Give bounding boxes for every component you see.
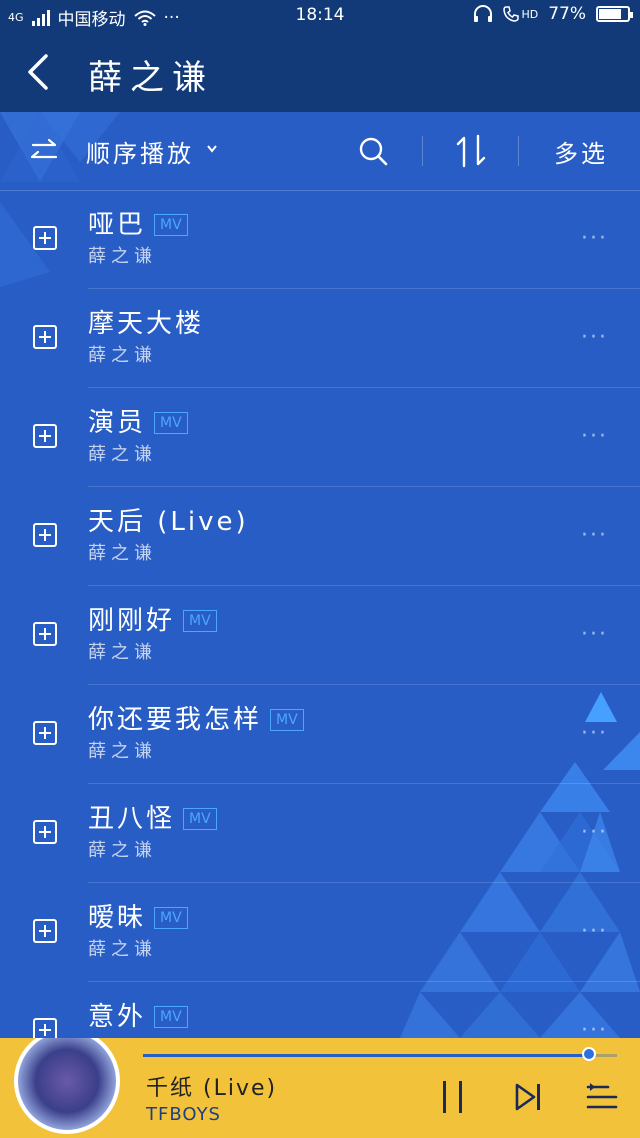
add-icon[interactable] — [33, 919, 57, 943]
mv-badge[interactable]: MV — [154, 214, 188, 236]
add-icon[interactable] — [33, 424, 57, 448]
song-artist: 薛之谦 — [88, 642, 157, 663]
more-icon[interactable]: ··· — [581, 226, 608, 251]
song-title-wrap: 演员 MV — [88, 402, 188, 439]
mv-badge[interactable]: MV — [270, 709, 304, 731]
song-artist: 薛之谦 — [88, 840, 157, 861]
call-icon — [503, 6, 520, 22]
song-title-wrap: 哑巴 MV — [88, 204, 188, 241]
play-mode-label[interactable]: 顺序播放 — [86, 134, 194, 169]
add-icon[interactable] — [33, 721, 57, 745]
song-title-wrap: 刚刚好 MV — [88, 600, 217, 637]
song-artist: 薛之谦 — [88, 741, 157, 762]
hd-label: HD — [521, 7, 539, 21]
mv-badge[interactable]: MV — [183, 808, 217, 830]
more-icon[interactable]: ··· — [581, 919, 608, 944]
multi-select-button[interactable]: 多选 — [554, 134, 608, 169]
mv-badge[interactable]: MV — [154, 907, 188, 929]
song-title-wrap: 意外 MV — [88, 996, 188, 1033]
song-title: 暧昧 — [88, 903, 147, 933]
song-row[interactable]: 刚刚好 MV 薛之谦 ··· — [0, 586, 640, 685]
mv-badge[interactable]: MV — [183, 610, 217, 632]
battery-icon — [596, 6, 633, 22]
next-icon[interactable] — [514, 1082, 542, 1112]
mini-player[interactable]: 千纸 (Live) TFBOYS — [0, 1038, 640, 1138]
song-artist: 薛之谦 — [88, 543, 157, 564]
search-icon[interactable] — [358, 136, 388, 166]
progress-fill — [143, 1054, 589, 1057]
status-right: HD 77% — [473, 4, 633, 24]
add-icon[interactable] — [33, 523, 57, 547]
album-cover[interactable] — [14, 1038, 120, 1134]
mv-badge[interactable]: MV — [154, 1006, 188, 1028]
song-artist: 薛之谦 — [88, 444, 157, 465]
song-title-wrap: 丑八怪 MV — [88, 798, 217, 835]
back-icon[interactable] — [22, 54, 52, 90]
song-row[interactable]: 天后 (Live) 薛之谦 ··· — [0, 487, 640, 586]
song-row[interactable]: 暧昧 MV 薛之谦 ··· — [0, 883, 640, 982]
call-indicator: HD — [503, 6, 538, 22]
song-title: 意外 — [88, 1002, 147, 1032]
song-row[interactable]: 摩天大楼薛之谦 ··· — [0, 289, 640, 388]
more-icon[interactable]: ··· — [581, 523, 608, 548]
toolbar-divider — [518, 136, 519, 166]
song-title-wrap: 暧昧 MV — [88, 897, 188, 934]
add-icon[interactable] — [33, 622, 57, 646]
song-title: 丑八怪 — [88, 804, 176, 834]
more-icon[interactable]: ··· — [581, 622, 608, 647]
song-row[interactable]: 演员 MV 薛之谦 ··· — [0, 388, 640, 487]
song-row[interactable]: 丑八怪 MV 薛之谦 ··· — [0, 784, 640, 883]
more-icon[interactable]: ··· — [581, 1018, 608, 1038]
mv-badge[interactable]: MV — [154, 412, 188, 434]
now-playing-artist: TFBOYS — [146, 1104, 221, 1125]
more-icon[interactable]: ··· — [581, 721, 608, 746]
song-artist: 薛之谦 — [88, 939, 157, 960]
song-row[interactable]: 哑巴 MV 薛之谦 ··· — [0, 190, 640, 289]
pause-icon[interactable] — [440, 1080, 466, 1114]
song-title: 哑巴 — [88, 210, 147, 240]
chevron-down-icon[interactable] — [206, 144, 218, 154]
list-toolbar: 顺序播放 多选 — [0, 112, 640, 191]
song-title: 摩天大楼 — [88, 309, 205, 339]
now-playing-title: 千纸 (Live) — [146, 1076, 278, 1101]
song-row[interactable]: 意外MV薛之谦··· — [0, 982, 640, 1038]
song-list-panel: 顺序播放 多选 哑巴 MV 薛之谦 ··· 摩天大楼 薛之谦 ··· 演员 MV 薛之谦 ··· 天后… — [0, 112, 640, 1038]
song-title: 演员 — [88, 408, 147, 438]
song-title: 刚刚好 — [88, 606, 176, 636]
headphones-icon — [474, 5, 493, 22]
song-title-wrap: 你还要我怎样 MV — [88, 699, 304, 736]
toolbar-divider — [422, 136, 423, 166]
status-bar: 4G 中国移动 ··· 18:14 HD 77% — [0, 0, 640, 32]
progress-knob[interactable] — [582, 1047, 596, 1061]
add-icon[interactable] — [33, 1018, 57, 1038]
song-title: 你还要我怎样 — [88, 705, 263, 735]
song-title-wrap: 摩天大楼 — [88, 303, 204, 340]
add-icon[interactable] — [33, 325, 57, 349]
playlist-icon[interactable] — [586, 1082, 618, 1112]
add-icon[interactable] — [33, 226, 57, 250]
page-title: 薛之谦 — [88, 58, 214, 98]
add-icon[interactable] — [33, 820, 57, 844]
sort-icon[interactable] — [455, 134, 487, 168]
song-title: 天后 (Live) — [88, 507, 249, 537]
more-icon[interactable]: ··· — [581, 820, 608, 845]
battery-text: 77% — [548, 4, 586, 24]
shuffle-icon[interactable] — [30, 138, 60, 164]
more-icon[interactable]: ··· — [581, 325, 608, 350]
song-artist: 薛之谦 — [88, 246, 157, 267]
song-row[interactable]: 你还要我怎样 MV 薛之谦 ··· — [0, 685, 640, 784]
more-icon[interactable]: ··· — [581, 424, 608, 449]
header-bar: 薛之谦 — [0, 32, 640, 112]
song-title-wrap: 天后 (Live) — [88, 501, 249, 538]
song-artist: 薛之谦 — [88, 345, 157, 366]
